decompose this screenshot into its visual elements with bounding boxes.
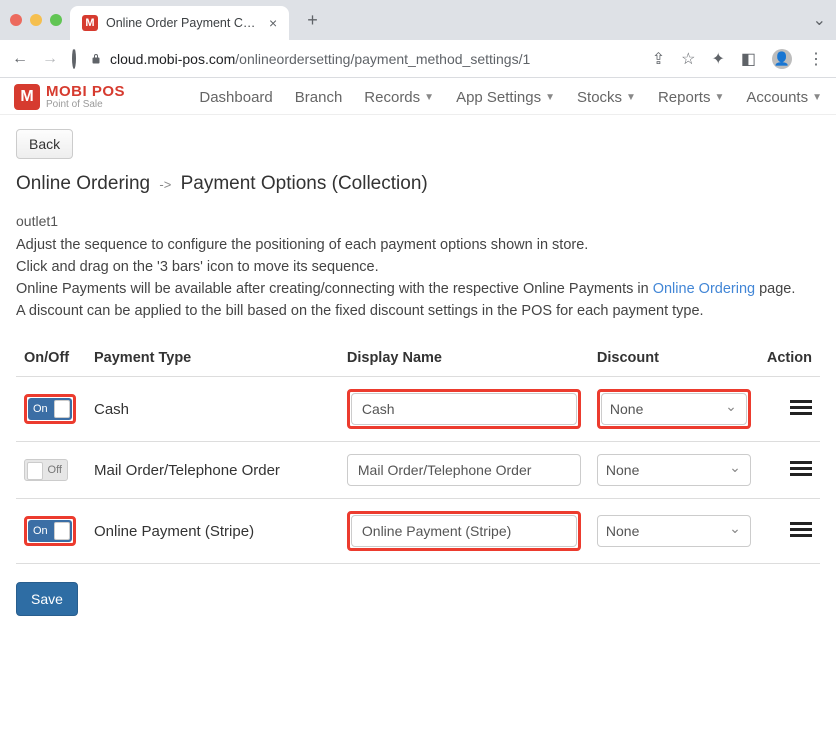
window-close-icon[interactable] [10,14,22,26]
close-tab-icon[interactable]: × [269,15,277,31]
nav-item-accounts[interactable]: Accounts▼ [746,89,822,106]
brand-mark-icon: M [14,84,40,110]
window-minimize-icon[interactable] [30,14,42,26]
profile-avatar-icon[interactable]: 👤 [772,49,792,69]
outlet-name: outlet1 [16,213,820,229]
online-ordering-link[interactable]: Online Ordering [653,281,755,297]
chevron-down-icon: ▼ [424,92,434,103]
nav-item-reports[interactable]: Reports▼ [658,89,724,106]
breadcrumb-separator-icon: -> [159,177,171,192]
table-row: Off Mail Order/Telephone Order None [16,442,820,499]
nav-item-branch[interactable]: Branch [295,89,343,106]
address-bar: ← → cloud.mobi-pos.com/onlineordersettin… [0,40,836,78]
url-path: /onlineordersetting/payment_method_setti… [235,51,530,67]
payment-methods-table: On/Off Payment Type Display Name Discoun… [16,340,820,564]
table-row: On Online Payment (Stripe) None [16,499,820,564]
payment-type-label: Online Payment (Stripe) [86,499,339,564]
brand-logo[interactable]: M MOBI POS Point of Sale [14,84,125,110]
onoff-toggle[interactable]: On [28,520,72,542]
lock-icon [90,52,102,66]
col-type: Payment Type [86,340,339,377]
help-line-2: Click and drag on the '3 bars' icon to m… [16,257,820,279]
favicon-icon: M [82,15,98,31]
col-action: Action [759,340,820,377]
table-row: On Cash None [16,377,820,442]
page: Back Online Ordering -> Payment Options … [0,115,836,636]
payment-type-label: Mail Order/Telephone Order [86,442,339,499]
help-line-1: Adjust the sequence to configure the pos… [16,235,820,257]
browser-tab[interactable]: M Online Order Payment Configu × [70,6,289,40]
extensions-icon[interactable]: ✦ [711,49,724,69]
breadcrumb-current: Payment Options (Collection) [181,173,428,194]
discount-select[interactable]: None [601,393,747,425]
nav-forward-icon: → [42,50,58,68]
help-line-3a: Online Payments will be available after … [16,281,653,297]
toggle-knob-icon [54,400,70,418]
new-tab-icon[interactable]: + [307,10,318,31]
display-name-input[interactable] [351,393,577,425]
help-line-3: Online Payments will be available after … [16,279,820,301]
chevron-down-icon: ▼ [812,92,822,103]
nav-back-icon[interactable]: ← [12,50,28,68]
tab-title: Online Order Payment Configu [106,16,261,30]
nav-item-dashboard[interactable]: Dashboard [199,89,272,106]
save-button[interactable]: Save [16,582,78,616]
help-line-4: A discount can be applied to the bill ba… [16,301,820,323]
brand-name: MOBI POS [46,84,125,100]
drag-handle-icon[interactable] [790,458,812,479]
onoff-toggle[interactable]: On [28,398,72,420]
chevron-down-icon: ▼ [626,92,636,103]
toggle-knob-icon [54,522,70,540]
url-field[interactable]: cloud.mobi-pos.com/onlineordersetting/pa… [90,51,638,67]
payment-methods-body: On Cash None Off Mail Order/Telephone Order N… [16,377,820,564]
panel-icon[interactable]: ◧ [741,49,756,69]
app-navbar: M MOBI POS Point of Sale Dashboard Branch… [0,78,836,115]
reload-icon[interactable] [72,50,76,68]
display-name-input[interactable] [351,515,577,547]
discount-select[interactable]: None [597,454,751,486]
discount-select[interactable]: None [597,515,751,547]
window-zoom-icon[interactable] [50,14,62,26]
url-host: cloud.mobi-pos.com [110,51,235,67]
bookmark-icon[interactable]: ☆ [681,49,695,69]
chevron-down-icon: ▼ [545,92,555,103]
kebab-menu-icon[interactable]: ⋮ [808,49,824,69]
main-nav: Dashboard Branch Records▼ App Settings▼ Stoc… [199,89,822,106]
browser-chrome: M Online Order Payment Configu × + ⌄ ← →… [0,0,836,78]
breadcrumb-root[interactable]: Online Ordering [16,173,150,194]
payment-type-label: Cash [86,377,339,442]
nav-item-records[interactable]: Records▼ [364,89,434,106]
display-name-input[interactable] [347,454,581,486]
nav-item-stocks[interactable]: Stocks▼ [577,89,636,106]
drag-handle-icon[interactable] [790,397,812,418]
chevron-down-icon: ▼ [714,92,724,103]
help-line-3b: page. [755,281,795,297]
col-name: Display Name [339,340,589,377]
tabs-overflow-icon[interactable]: ⌄ [813,10,826,30]
col-discount: Discount [589,340,759,377]
title-bar: M Online Order Payment Configu × + ⌄ [0,0,836,40]
brand-tagline: Point of Sale [46,100,125,111]
page-title: Online Ordering -> Payment Options (Coll… [16,173,820,195]
col-onoff: On/Off [16,340,86,377]
nav-item-app-settings[interactable]: App Settings▼ [456,89,555,106]
drag-handle-icon[interactable] [790,519,812,540]
back-button[interactable]: Back [16,129,73,159]
share-icon[interactable]: ⇪ [652,49,665,69]
onoff-toggle[interactable]: Off [24,459,68,481]
toggle-knob-icon [27,462,43,480]
